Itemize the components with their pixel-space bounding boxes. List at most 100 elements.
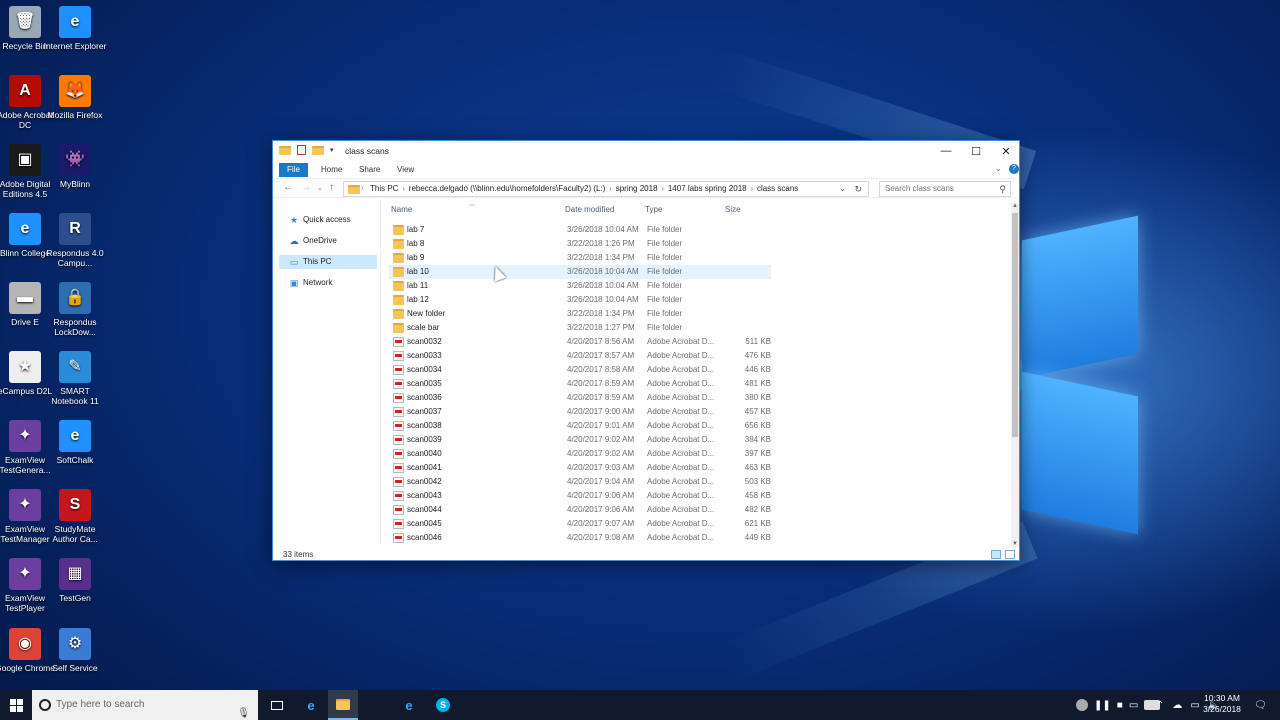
file-size: 481 KB: [744, 379, 771, 388]
details-view-button[interactable]: [991, 550, 1001, 559]
desktop-icon-label: Self Service: [52, 663, 98, 673]
properties-icon[interactable]: [297, 145, 306, 155]
table-row[interactable]: lab 10 3/26/2018 10:04 AM File folder: [389, 265, 771, 279]
breadcrumb-this-pc[interactable]: This PC: [370, 184, 398, 193]
title-bar[interactable]: ▾ class scans — ☐ ✕: [273, 141, 1019, 161]
new-folder-icon[interactable]: [312, 145, 324, 155]
taskbar-search-input[interactable]: Type here to search 🎙: [32, 690, 258, 720]
taskbar-file-explorer-button[interactable]: [328, 690, 358, 720]
table-row[interactable]: scan0045 4/20/2017 9:07 AM Adobe Acrobat D…: [389, 517, 771, 531]
microphone-icon[interactable]: 🎙: [237, 699, 250, 720]
address-dropdown-icon[interactable]: ⌄: [839, 182, 846, 196]
stop-icon[interactable]: ■: [1117, 700, 1123, 711]
vertical-scrollbar[interactable]: ▲ ▼: [1011, 203, 1019, 547]
taskbar-clock[interactable]: 10:30 AM 3/26/2018: [1196, 693, 1248, 715]
desktop-icon-softchalk[interactable]: e SoftChalk: [42, 420, 108, 465]
close-button[interactable]: ✕: [991, 141, 1021, 161]
desktop-icon-respondus[interactable]: R Respondus 4.0 Campu...: [42, 213, 108, 268]
pause-icon[interactable]: ❚❚: [1094, 700, 1111, 711]
maximize-button[interactable]: ☐: [961, 141, 991, 161]
table-row[interactable]: lab 9 3/22/2018 1:34 PM File folder: [389, 251, 771, 265]
desktop-icon-testgen[interactable]: ▦ TestGen: [42, 558, 108, 603]
file-date-modified: 3/26/2018 10:04 AM: [567, 267, 639, 276]
tab-share[interactable]: Share: [351, 163, 388, 177]
breadcrumb-spring-2018[interactable]: spring 2018: [616, 184, 658, 193]
up-button[interactable]: ↑: [329, 182, 334, 193]
internet-explorer-icon: e: [405, 697, 413, 713]
file-size: 457 KB: [744, 407, 771, 416]
column-header-name[interactable]: Name: [391, 205, 412, 214]
large-icons-view-button[interactable]: [1005, 550, 1015, 559]
action-center-button[interactable]: 🗨: [1254, 690, 1267, 720]
table-row[interactable]: scan0034 4/20/2017 8:58 AM Adobe Acrobat D…: [389, 363, 771, 377]
desktop-icon-studymate[interactable]: S StudyMate Author Ca...: [42, 489, 108, 544]
search-input[interactable]: Search class scans ⚲: [879, 181, 1011, 197]
desktop-icon-firefox[interactable]: 🦊 Mozilla Firefox: [42, 75, 108, 120]
desktop-icon-internet-explorer[interactable]: e Internet Explorer: [42, 6, 108, 51]
nav-item-this-pc[interactable]: ▭ This PC: [279, 255, 377, 269]
taskbar-edge-button[interactable]: e: [296, 690, 326, 720]
recent-locations-button[interactable]: ⌄: [317, 184, 323, 192]
desktop-icon-smart-notebook[interactable]: ✎ SMART Notebook 11: [42, 351, 108, 406]
tab-home[interactable]: Home: [313, 163, 350, 177]
table-row[interactable]: scan0042 4/20/2017 9:04 AM Adobe Acrobat D…: [389, 475, 771, 489]
start-button[interactable]: [0, 690, 32, 720]
table-row[interactable]: scan0035 4/20/2017 8:59 AM Adobe Acrobat D…: [389, 377, 771, 391]
column-header-size[interactable]: Size: [725, 205, 741, 214]
table-row[interactable]: scale bar 3/22/2018 1:27 PM File folder: [389, 321, 771, 335]
table-row[interactable]: scan0033 4/20/2017 8:57 AM Adobe Acrobat D…: [389, 349, 771, 363]
nav-item-quick-access[interactable]: ★ Quick access: [279, 213, 377, 227]
help-icon[interactable]: ?: [1009, 164, 1019, 174]
pdf-file-icon: [393, 435, 404, 445]
table-row[interactable]: scan0041 4/20/2017 9:03 AM Adobe Acrobat D…: [389, 461, 771, 475]
tab-view[interactable]: View: [389, 163, 422, 177]
forward-button[interactable]: →: [301, 182, 311, 193]
nav-item-onedrive[interactable]: ☁ OneDrive: [279, 234, 377, 248]
task-view-button[interactable]: [262, 690, 292, 720]
chevron-down-icon[interactable]: ▾: [330, 146, 334, 154]
file-name: scan0043: [407, 491, 442, 500]
table-row[interactable]: scan0043 4/20/2017 9:06 AM Adobe Acrobat D…: [389, 489, 771, 503]
table-row[interactable]: scan0046 4/20/2017 9:08 AM Adobe Acrobat D…: [389, 531, 771, 545]
firefox-icon: 🦊: [59, 75, 91, 107]
desktop-icon-lockdown-browser[interactable]: 🔒 Respondus LockDow...: [42, 282, 108, 337]
table-row[interactable]: scan0040 4/20/2017 9:02 AM Adobe Acrobat D…: [389, 447, 771, 461]
table-row[interactable]: New folder 3/22/2018 1:34 PM File folder: [389, 307, 771, 321]
media-back-icon[interactable]: [1076, 699, 1088, 711]
breadcrumb-1407-labs[interactable]: 1407 labs spring 2018: [668, 184, 747, 193]
table-row[interactable]: scan0036 4/20/2017 8:59 AM Adobe Acrobat D…: [389, 391, 771, 405]
folder-icon: [393, 267, 404, 277]
breadcrumb-class-scans[interactable]: class scans: [757, 184, 798, 193]
table-row[interactable]: scan0037 4/20/2017 9:00 AM Adobe Acrobat D…: [389, 405, 771, 419]
column-header-type[interactable]: Type: [645, 205, 662, 214]
taskbar-skype-button[interactable]: S: [428, 690, 458, 720]
table-row[interactable]: lab 11 3/26/2018 10:04 AM File folder: [389, 279, 771, 293]
chevron-up-icon[interactable]: ⌃: [1156, 700, 1164, 711]
table-row[interactable]: scan0039 4/20/2017 9:02 AM Adobe Acrobat D…: [389, 433, 771, 447]
table-row[interactable]: scan0032 4/20/2017 8:56 AM Adobe Acrobat D…: [389, 335, 771, 349]
camera-icon[interactable]: ▭: [1129, 700, 1138, 711]
tab-file[interactable]: File: [279, 163, 308, 177]
column-header-date[interactable]: Date modified: [565, 205, 614, 214]
table-row[interactable]: lab 8 3/22/2018 1:26 PM File folder: [389, 237, 771, 251]
nav-item-network[interactable]: ▣ Network: [279, 276, 377, 290]
taskbar-ie-button[interactable]: e: [394, 690, 424, 720]
chevron-down-icon[interactable]: ⌄: [995, 164, 1002, 173]
breadcrumb-drive[interactable]: rebecca.delgado (\\blinn.edu\homefolders…: [409, 184, 606, 193]
desktop-icon-myblinn[interactable]: 👾 MyBlinn: [42, 144, 108, 189]
pdf-file-icon: [393, 407, 404, 417]
scrollbar-thumb[interactable]: [1012, 213, 1018, 437]
ecampus-icon: ★: [9, 351, 41, 383]
table-row[interactable]: lab 7 3/26/2018 10:04 AM File folder: [389, 223, 771, 237]
scroll-up-icon[interactable]: ▲: [1011, 203, 1019, 209]
address-bar[interactable]: › This PC › rebecca.delgado (\\blinn.edu\h…: [343, 181, 869, 197]
table-row[interactable]: lab 12 3/26/2018 10:04 AM File folder: [389, 293, 771, 307]
file-name: scan0037: [407, 407, 442, 416]
table-row[interactable]: scan0038 4/20/2017 9:01 AM Adobe Acrobat D…: [389, 419, 771, 433]
table-row[interactable]: scan0044 4/20/2017 9:06 AM Adobe Acrobat D…: [389, 503, 771, 517]
back-button[interactable]: ←: [283, 182, 293, 193]
onedrive-icon[interactable]: ☁: [1172, 700, 1182, 711]
minimize-button[interactable]: —: [931, 141, 961, 161]
desktop-icon-self-service[interactable]: ⚙ Self Service: [42, 628, 108, 673]
refresh-icon[interactable]: ↻: [854, 182, 862, 196]
